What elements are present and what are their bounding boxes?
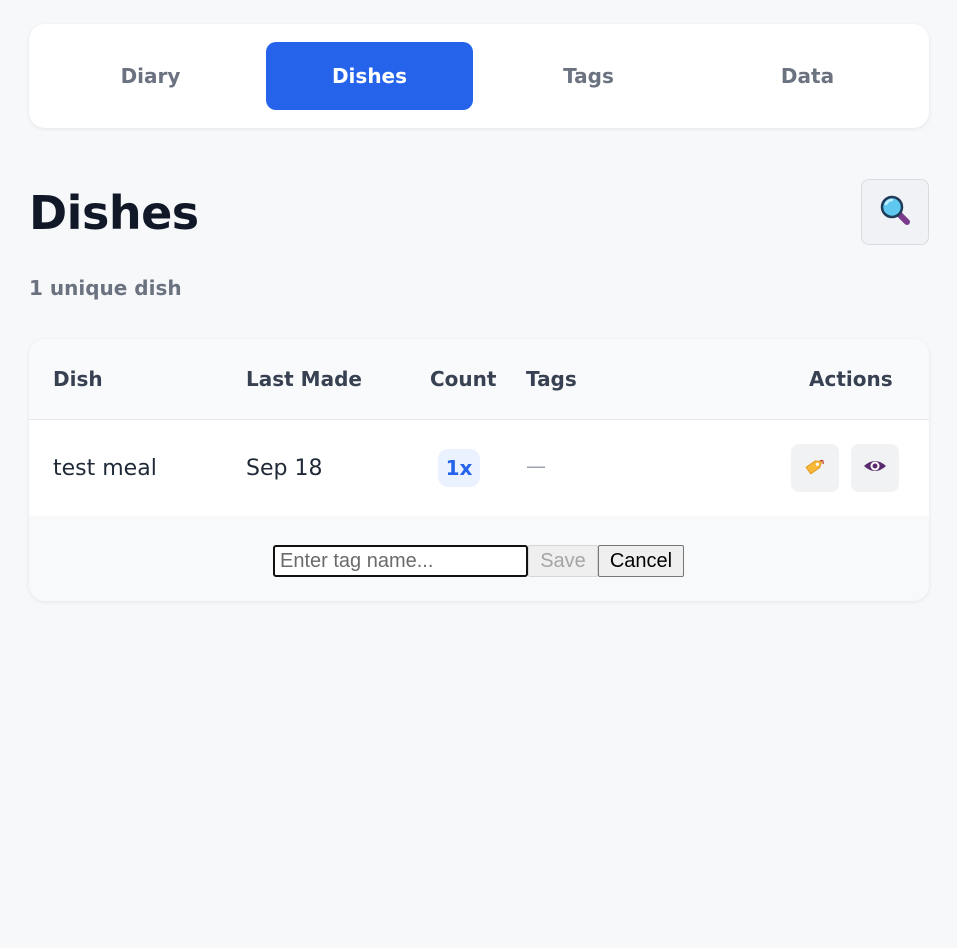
add-tag-button[interactable] (791, 444, 839, 492)
table-header: Dish Last Made Count Tags Actions (29, 339, 929, 420)
column-header-dish: Dish (53, 367, 103, 391)
save-button[interactable]: Save (528, 545, 598, 577)
dish-count-summary: 1 unique dish (29, 276, 182, 300)
dishes-table: Dish Last Made Count Tags Actions test m… (29, 339, 929, 601)
tag-editor: Save Cancel (29, 516, 929, 601)
eye-icon (862, 453, 888, 483)
column-header-actions: Actions (809, 367, 893, 391)
view-dish-button[interactable] (851, 444, 899, 492)
tab-tags[interactable]: Tags (485, 42, 692, 110)
tab-data[interactable]: Data (704, 42, 911, 110)
magnifying-glass-icon (878, 193, 912, 231)
column-header-last-made: Last Made (246, 367, 362, 391)
tag-name-input[interactable] (273, 545, 528, 577)
search-button[interactable] (861, 179, 929, 245)
count-badge: 1x (438, 449, 480, 487)
cancel-button[interactable]: Cancel (598, 545, 684, 577)
column-header-count: Count (430, 367, 497, 391)
tag-icon (803, 454, 827, 482)
dish-name: test meal (53, 456, 157, 481)
main-nav: Diary Dishes Tags Data (29, 24, 929, 128)
table-row: test meal Sep 18 1x — (29, 420, 929, 516)
last-made-date: Sep 18 (246, 456, 323, 481)
column-header-tags: Tags (526, 367, 577, 391)
page-title: Dishes (29, 186, 199, 240)
tab-diary[interactable]: Diary (47, 42, 254, 110)
tab-dishes[interactable]: Dishes (266, 42, 473, 110)
tags-empty: — (526, 454, 546, 478)
